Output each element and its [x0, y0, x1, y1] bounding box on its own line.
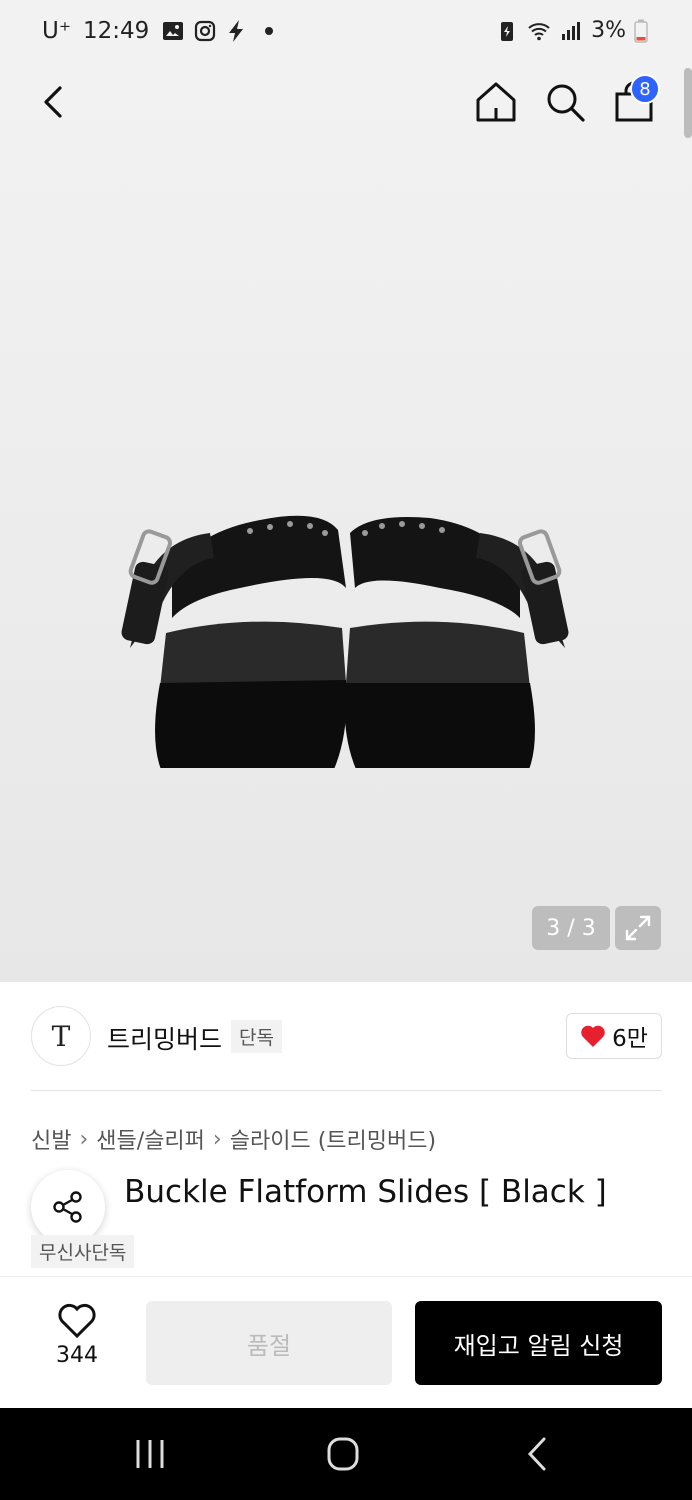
status-bar: U⁺ 12:49 3%: [0, 0, 692, 68]
battery-saver-icon: [501, 21, 514, 41]
dot-icon: [265, 27, 274, 35]
status-right: 3%: [495, 18, 648, 43]
breadcrumb-item-slides[interactable]: 슬라이드 (트리밍버드): [230, 1123, 436, 1155]
back-icon[interactable]: [34, 80, 74, 124]
scrollbar[interactable]: [684, 68, 692, 138]
product-image: [121, 515, 569, 768]
instagram-icon: [195, 20, 216, 42]
status-time: 12:49: [82, 18, 150, 44]
brand-row[interactable]: T 트리밍버드 단독 6만: [31, 1004, 662, 1068]
title-text: Buckle Flatform Slides [ Black ]: [124, 1174, 607, 1210]
wishlist-button[interactable]: 344: [46, 1303, 108, 1368]
brand-logo[interactable]: T: [31, 1006, 91, 1066]
restock-alert-button[interactable]: 재입고 알림 신청: [415, 1301, 662, 1385]
expand-button[interactable]: [615, 906, 661, 950]
heart-filled-icon: [581, 1025, 605, 1047]
exclusive-badge: 단독: [231, 1020, 282, 1053]
wifi-icon: [528, 22, 550, 40]
divider: [31, 1090, 662, 1091]
chevron-right-icon: ›: [79, 1126, 89, 1152]
share-button[interactable]: [31, 1170, 105, 1244]
chevron-right-icon: ›: [212, 1126, 222, 1152]
breadcrumb-item-shoes[interactable]: 신발: [31, 1123, 71, 1155]
product-gallery[interactable]: 8 3 / 3: [0, 68, 692, 982]
brand-name[interactable]: 트리밍버드: [107, 1020, 222, 1056]
carrier-label: U⁺: [42, 18, 71, 44]
soldout-button[interactable]: 품절: [146, 1301, 392, 1385]
expand-icon: [625, 915, 651, 941]
heart-outline-icon: [58, 1303, 96, 1339]
status-icons: [161, 19, 281, 43]
wishlist-count: 344: [56, 1343, 98, 1368]
search-icon[interactable]: [543, 80, 587, 124]
home-icon[interactable]: [474, 80, 518, 124]
back-nav-icon[interactable]: [518, 1436, 558, 1472]
brand-like-button[interactable]: 6만: [566, 1013, 662, 1059]
musinsa-exclusive-tag: 무신사단독: [31, 1235, 135, 1268]
action-bar: 344 품절 재입고 알림 신청: [0, 1276, 692, 1408]
image-counter: 3 / 3: [532, 906, 610, 950]
signal-icon: [562, 21, 581, 40]
cart-count-badge: 8: [630, 74, 660, 104]
breadcrumb-item-sandals[interactable]: 샌들/슬리퍼: [96, 1123, 205, 1155]
left-sandal: [121, 515, 347, 768]
battery-icon: [634, 19, 648, 43]
system-navigation-bar: [0, 1408, 692, 1500]
battery-percent: 3%: [591, 18, 626, 43]
status-left: U⁺ 12:49: [42, 18, 281, 44]
recent-apps-icon[interactable]: [130, 1436, 170, 1472]
top-nav: 8: [0, 68, 692, 138]
breadcrumb: 신발 › 샌들/슬리퍼 › 슬라이드 (트리밍버드): [31, 1123, 436, 1155]
product-title: B Buckle Flatform Slides [ Black ]: [31, 1174, 607, 1210]
home-nav-icon[interactable]: [323, 1436, 363, 1472]
bolt-icon: [229, 20, 244, 42]
brand-like-count: 6만: [612, 1026, 648, 1052]
gallery-icon: [163, 22, 184, 40]
share-icon: [53, 1191, 82, 1223]
right-sandal: [344, 517, 569, 768]
